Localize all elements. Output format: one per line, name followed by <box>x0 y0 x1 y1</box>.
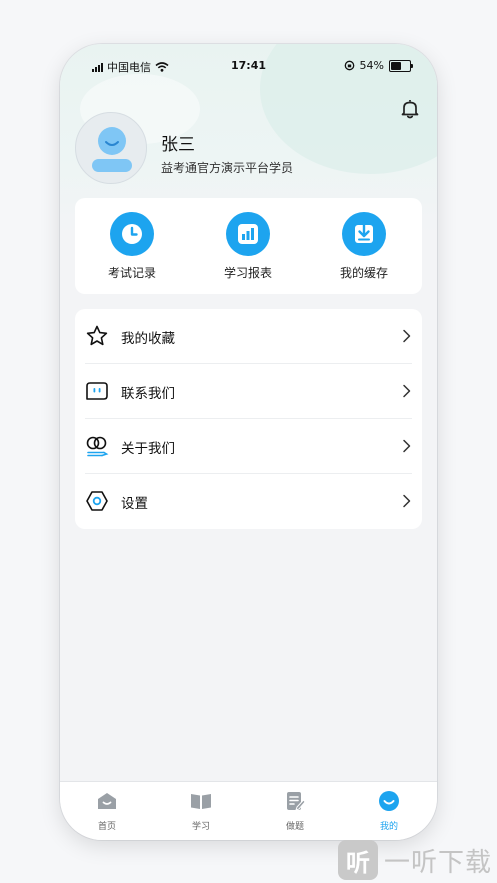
download-icon <box>342 212 386 256</box>
tab-bar: 首页 学习 做题 我的 <box>60 781 437 840</box>
tab-exercise[interactable]: 做题 <box>265 790 325 832</box>
tab-label: 学习 <box>191 822 210 832</box>
tab-mine[interactable]: 我的 <box>359 790 419 832</box>
menu-item-label: 关于我们 <box>121 441 175 457</box>
bar-chart-icon <box>226 212 270 256</box>
quick-actions-card: 考试记录 学习报表 我的缓存 <box>75 198 422 294</box>
exercise-icon <box>287 792 306 811</box>
bell-icon[interactable] <box>399 98 421 120</box>
tab-label: 首页 <box>97 822 116 832</box>
status-right: 54% <box>344 59 413 72</box>
user-avatar-icon <box>92 127 132 172</box>
quick-action-my-cache[interactable]: 我的缓存 <box>319 212 409 281</box>
quick-action-label: 我的缓存 <box>339 266 388 280</box>
battery-icon <box>389 59 413 72</box>
menu-item-settings[interactable]: 设置 <box>75 474 422 529</box>
clock-icon <box>110 212 154 256</box>
menu-item-label: 联系我们 <box>121 386 175 402</box>
profile-icon <box>379 791 399 811</box>
chat-icon <box>86 382 108 400</box>
home-icon <box>98 793 116 809</box>
menu-card: 我的收藏 联系我们 关于我们 设置 <box>75 309 422 529</box>
watermark-logo: 听 <box>338 840 378 880</box>
quick-action-label: 考试记录 <box>107 266 156 280</box>
menu-item-about-us[interactable]: 关于我们 <box>75 419 422 474</box>
battery-fill <box>391 61 401 70</box>
avatar[interactable] <box>75 112 147 184</box>
phone-frame: 中国电信 17:41 54% 张三 益考通官方演示平台学员 考试记录 学习报表 … <box>60 44 437 840</box>
chevron-right-icon <box>403 494 411 508</box>
user-name: 张三 <box>161 135 195 155</box>
quick-action-label: 学习报表 <box>223 266 272 280</box>
tab-label: 我的 <box>379 822 398 832</box>
chevron-right-icon <box>403 439 411 453</box>
menu-item-label: 设置 <box>121 496 148 512</box>
user-subtitle: 益考通官方演示平台学员 <box>161 161 294 175</box>
page: 中国电信 17:41 54% 张三 益考通官方演示平台学员 考试记录 学习报表 … <box>0 0 497 883</box>
menu-item-label: 我的收藏 <box>121 331 175 347</box>
tab-label: 做题 <box>285 822 304 832</box>
book-icon <box>191 794 211 809</box>
orientation-lock-icon <box>344 60 354 71</box>
star-icon <box>86 325 108 346</box>
quick-action-study-report[interactable]: 学习报表 <box>203 212 293 281</box>
menu-item-contact-us[interactable]: 联系我们 <box>75 364 422 419</box>
quick-action-exam-records[interactable]: 考试记录 <box>87 212 177 281</box>
watermark: 听 一听下载 <box>338 840 492 880</box>
tab-home[interactable]: 首页 <box>77 790 137 832</box>
chevron-right-icon <box>403 384 411 398</box>
chevron-right-icon <box>403 329 411 343</box>
tab-study[interactable]: 学习 <box>171 790 231 832</box>
watermark-text: 一听下载 <box>384 847 493 878</box>
about-icon <box>86 436 109 457</box>
status-bar: 中国电信 17:41 54% <box>60 56 437 76</box>
battery-percent: 54% <box>359 59 384 72</box>
menu-item-favorites[interactable]: 我的收藏 <box>75 309 422 364</box>
settings-icon <box>86 491 108 511</box>
